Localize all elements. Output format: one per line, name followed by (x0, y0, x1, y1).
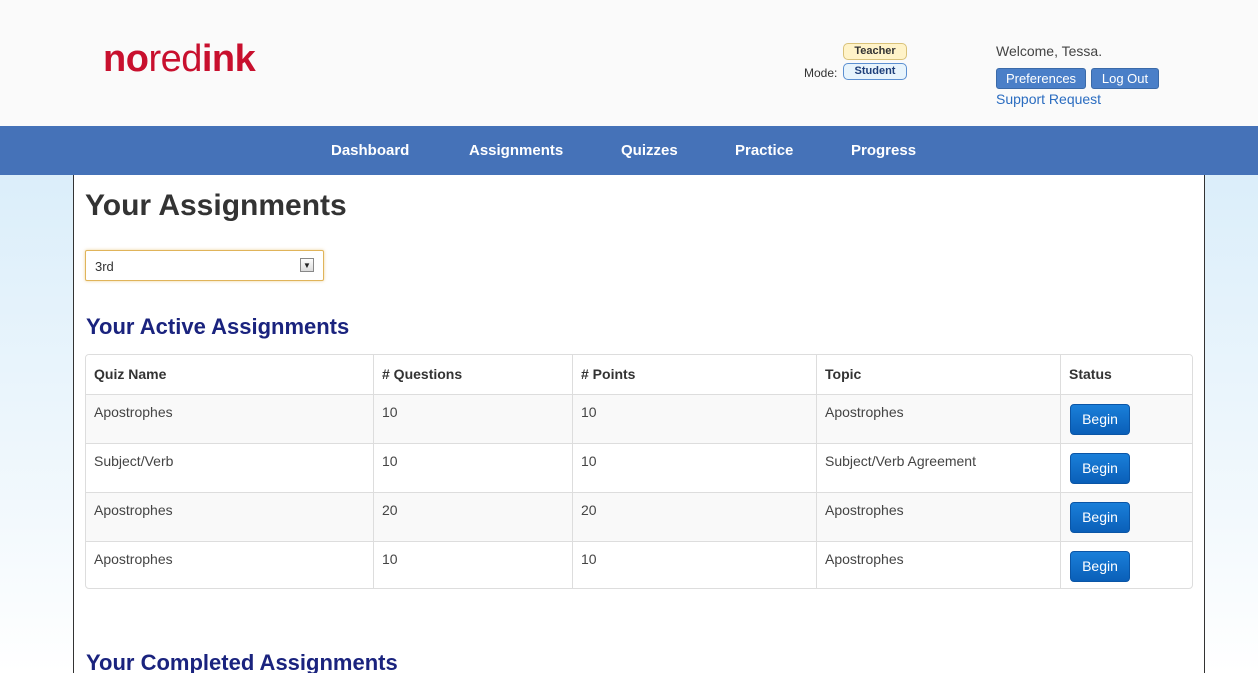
period-select[interactable]: 3rd ▼ (85, 250, 324, 281)
status-cell: Begin (1060, 444, 1192, 492)
mode-teacher-button[interactable]: Teacher (843, 43, 907, 60)
dropdown-arrow-icon[interactable]: ▼ (300, 258, 314, 272)
page-title: Your Assignments (85, 189, 347, 222)
column-header-topic: Topic (816, 355, 1060, 394)
preferences-button[interactable]: Preferences (996, 68, 1086, 89)
column-header-questions: # Questions (373, 355, 572, 394)
topic-cell: Apostrophes (816, 395, 1060, 443)
topic-cell: Subject/Verb Agreement (816, 444, 1060, 492)
logout-button[interactable]: Log Out (1091, 68, 1159, 89)
questions-cell: 10 (373, 542, 572, 588)
site-header: noredink Teacher Mode: Student Welcome, … (0, 0, 1258, 126)
table-row: Apostrophes 10 10 Apostrophes Begin (86, 394, 1192, 443)
table-row: Apostrophes 20 20 Apostrophes Begin (86, 492, 1192, 541)
logo-part-ink: ink (201, 38, 256, 80)
logo-part-red: red (148, 38, 202, 80)
begin-button[interactable]: Begin (1070, 551, 1130, 582)
nav-assignments[interactable]: Assignments (469, 126, 563, 175)
mode-label: Mode: (804, 66, 838, 80)
welcome-text: Welcome, Tessa. (996, 43, 1103, 59)
topic-cell: Apostrophes (816, 493, 1060, 541)
table-row: Apostrophes 10 10 Apostrophes Begin (86, 541, 1192, 588)
points-cell: 10 (572, 395, 816, 443)
noredink-logo[interactable]: noredink (103, 38, 256, 80)
column-header-quiz-name: Quiz Name (94, 366, 167, 382)
left-side-panel (0, 175, 73, 673)
questions-cell: 10 (373, 444, 572, 492)
quiz-name-cell: Apostrophes (94, 404, 173, 420)
quiz-name-cell: Apostrophes (94, 502, 173, 518)
nav-dashboard[interactable]: Dashboard (331, 126, 409, 175)
points-cell: 10 (572, 542, 816, 588)
questions-cell: 10 (373, 395, 572, 443)
points-cell: 10 (572, 444, 816, 492)
quiz-name-cell: Subject/Verb (94, 453, 174, 469)
nav-progress[interactable]: Progress (851, 126, 916, 175)
active-assignments-heading: Your Active Assignments (86, 314, 350, 339)
status-cell: Begin (1060, 542, 1192, 588)
column-header-status: Status (1060, 355, 1192, 394)
mode-student-button[interactable]: Student (843, 63, 907, 80)
table-header-row: Quiz Name # Questions # Points Topic Sta… (86, 355, 1192, 394)
nav-quizzes[interactable]: Quizzes (621, 126, 678, 175)
status-cell: Begin (1060, 395, 1192, 443)
column-header-points: # Points (572, 355, 816, 394)
status-cell: Begin (1060, 493, 1192, 541)
logo-part-no: no (103, 38, 149, 80)
topic-cell: Apostrophes (816, 542, 1060, 588)
questions-cell: 20 (373, 493, 572, 541)
support-request-link[interactable]: Support Request (996, 91, 1101, 107)
completed-assignments-heading: Your Completed Assignments (86, 650, 398, 673)
period-select-value: 3rd (95, 259, 114, 274)
main-nav: Dashboard Assignments Quizzes Practice P… (0, 126, 1258, 175)
begin-button[interactable]: Begin (1070, 502, 1130, 533)
quiz-name-cell: Apostrophes (94, 551, 173, 567)
table-row: Subject/Verb 10 10 Subject/Verb Agreemen… (86, 443, 1192, 492)
right-side-panel (1205, 175, 1258, 673)
begin-button[interactable]: Begin (1070, 453, 1130, 484)
points-cell: 20 (572, 493, 816, 541)
begin-button[interactable]: Begin (1070, 404, 1130, 435)
nav-practice[interactable]: Practice (735, 126, 793, 175)
active-assignments-table: Quiz Name # Questions # Points Topic Sta… (85, 354, 1193, 589)
